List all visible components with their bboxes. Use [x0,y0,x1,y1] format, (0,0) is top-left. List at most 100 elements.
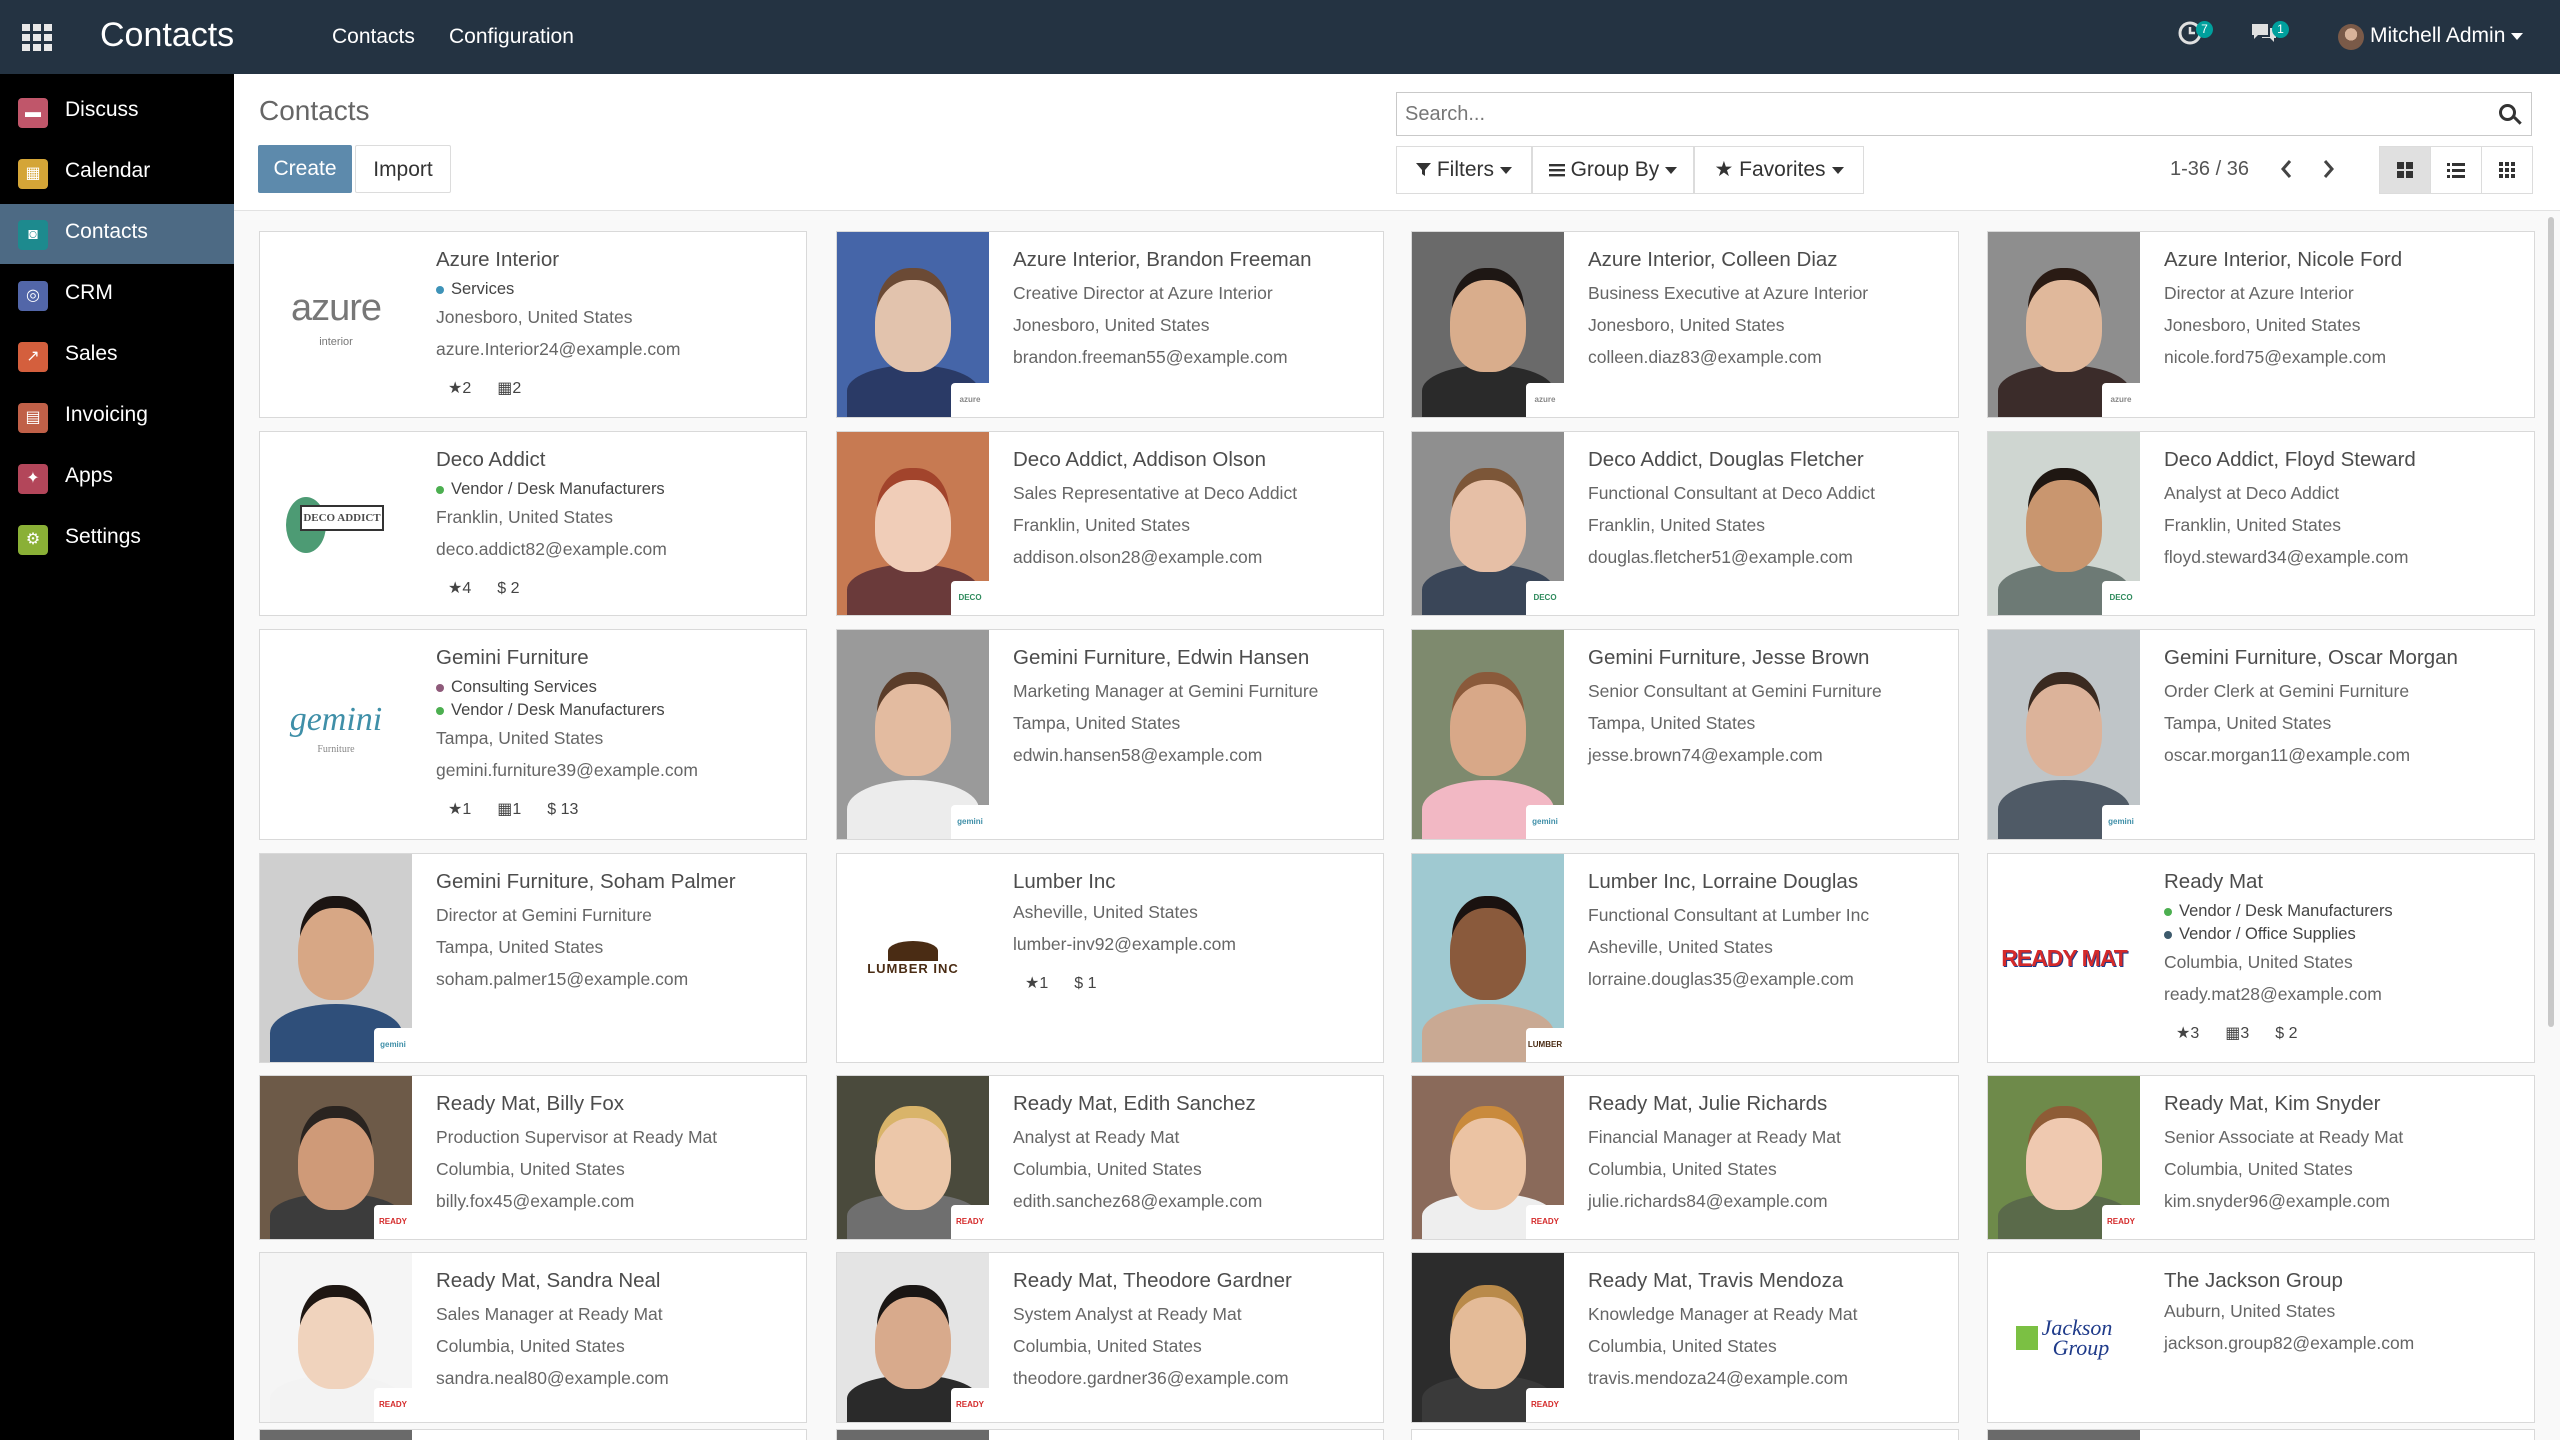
contact-card[interactable]: LUMBER INC Lumber Inc Asheville, United St… [836,853,1384,1063]
contact-name[interactable]: Ready Mat, Billy Fox [436,1092,796,1116]
sidebar-item-crm[interactable]: ◎ CRM [0,265,234,325]
contact-name[interactable]: Gemini Furniture, Edwin Hansen [1013,646,1373,670]
list-view-button[interactable] [2430,146,2482,194]
contact-name[interactable]: Gemini Furniture [436,646,796,670]
stat-counter[interactable]: ★1 [1025,975,1048,992]
stat-counter[interactable]: ★2 [448,380,471,397]
category-tag: Services [436,280,796,299]
stat-counter[interactable]: ★4 [448,580,471,597]
contact-card[interactable]: gemini Gemini Furniture, Jesse Brown Senio… [1411,629,1959,840]
sidebar-item-settings[interactable]: ⚙ Settings [0,509,234,569]
stat-counter[interactable]: $ 13 [547,801,578,818]
contact-name[interactable]: Deco Addict [436,448,796,472]
contact-name[interactable]: Azure Interior [436,248,796,272]
contact-card[interactable] [259,1429,807,1440]
contact-card[interactable] [836,1429,1384,1440]
contact-name[interactable]: Gemini Furniture, Soham Palmer [436,870,796,894]
contact-name[interactable]: Ready Mat, Theodore Gardner [1013,1269,1373,1293]
contact-name[interactable]: Lumber Inc [1013,870,1373,894]
contact-name[interactable]: Ready Mat, Travis Mendoza [1588,1269,1948,1293]
contact-name[interactable]: Gemini Furniture, Jesse Brown [1588,646,1948,670]
contact-card[interactable]: DECO Deco Addict, Addison Olson Sales Repr… [836,431,1384,616]
contact-card[interactable]: Jackson Group The Jackson Group Auburn, Un… [1987,1252,2535,1423]
tag-label: Vendor / Desk Manufacturers [451,480,665,498]
contact-card[interactable]: DECO Deco Addict, Douglas Fletcher Functio… [1411,431,1959,616]
contact-card[interactable]: azure Azure Interior, Nicole Ford Director… [1987,231,2535,418]
contact-name[interactable]: Deco Addict, Floyd Steward [2164,448,2524,472]
contact-card[interactable]: READY MAT Ready Mat, Edith Sanchez Analyst… [836,1075,1384,1240]
stat-counter[interactable]: ★1 [448,801,471,818]
contact-card[interactable]: DECO Deco Addict, Floyd Steward Analyst at… [1987,431,2535,616]
kanban-view: azure interior Azure Interior Services Jones… [234,211,2560,1440]
stat-counter[interactable]: $ 2 [497,580,519,597]
contact-name[interactable]: Ready Mat, Sandra Neal [436,1269,796,1293]
menu-configuration[interactable]: Configuration [449,25,574,49]
create-button[interactable]: Create [258,145,352,193]
contact-card[interactable]: READY MAT Ready Mat, Billy Fox Production … [259,1075,807,1240]
grid-view-button[interactable] [2481,146,2533,194]
kanban-scrollbar[interactable] [2548,217,2554,1027]
filters-dropdown[interactable]: Filters [1396,146,1532,194]
sidebar-item-apps[interactable]: ✦ Apps [0,448,234,508]
contact-card[interactable]: gemini Gemini Furniture, Soham Palmer Dire… [259,853,807,1063]
stat-counter[interactable]: ▦1 [497,801,521,818]
stat-counter[interactable]: ▦2 [497,380,521,397]
sidebar-item-discuss[interactable]: ▬ Discuss [0,82,234,142]
contact-card[interactable]: LUMBER Lumber Inc, Lorraine Douglas Functi… [1411,853,1959,1063]
contact-name[interactable]: Ready Mat, Edith Sanchez [1013,1092,1373,1116]
stat-counter[interactable]: ▦3 [2225,1025,2249,1042]
contact-name[interactable]: Azure Interior, Brandon Freeman [1013,248,1373,272]
app-menu-grid-icon[interactable] [22,24,52,51]
contact-name[interactable]: Azure Interior, Nicole Ford [2164,248,2524,272]
chevron-down-icon [1665,166,1678,174]
contact-card[interactable]: READY MAT Ready Mat Vendor / Desk Manufact… [1987,853,2535,1063]
menu-contacts[interactable]: Contacts [332,25,415,49]
contact-name[interactable]: The Jackson Group [2164,1269,2524,1293]
contact-card[interactable]: READY MAT Ready Mat, Theodore Gardner Syst… [836,1252,1384,1423]
contact-card[interactable]: READY MAT Ready Mat, Julie Richards Financ… [1411,1075,1959,1240]
contact-card[interactable]: READY MAT Ready Mat, Travis Mendoza Knowle… [1411,1252,1959,1423]
stat-counter[interactable]: $ 1 [1074,975,1096,992]
contact-card[interactable] [1987,1429,2535,1440]
groupby-dropdown[interactable]: Group By [1532,146,1694,194]
contact-name[interactable]: Azure Interior, Colleen Diaz [1588,248,1948,272]
contact-card[interactable] [1411,1429,1959,1440]
stat-counter[interactable]: $ 2 [2275,1025,2297,1042]
contact-name[interactable]: Ready Mat [2164,870,2524,894]
contact-photo: DECO [1988,432,2140,615]
sidebar-item-contacts[interactable]: ◙ Contacts [0,204,234,264]
contact-card[interactable]: azure Azure Interior, Colleen Diaz Busines… [1411,231,1959,418]
import-button[interactable]: Import [355,145,451,193]
contact-detail: Asheville, United States [1588,937,1773,957]
contact-card[interactable]: gemini Furniture Gemini Furniture Consultin… [259,629,807,840]
contact-name[interactable]: Deco Addict, Douglas Fletcher [1588,448,1948,472]
pager-previous-icon[interactable] [2279,158,2293,187]
contact-name[interactable]: Ready Mat, Julie Richards [1588,1092,1948,1116]
user-menu[interactable]: Mitchell Admin [2370,24,2524,48]
sidebar-item-sales[interactable]: ↗ Sales [0,326,234,386]
contact-card[interactable]: gemini Gemini Furniture, Edwin Hansen Mark… [836,629,1384,840]
sidebar-item-invoicing[interactable]: ▤ Invoicing [0,387,234,447]
contact-photo: gemini [1412,630,1564,839]
contact-name[interactable]: Ready Mat, Kim Snyder [2164,1092,2524,1116]
contact-card[interactable]: DECO ADDICT Deco Addict Vendor / Desk Manu… [259,431,807,616]
contact-name[interactable]: Deco Addict, Addison Olson [1013,448,1373,472]
contact-card[interactable]: azure interior Azure Interior Services Jones… [259,231,807,418]
contact-card[interactable]: READY MAT Ready Mat, Kim Snyder Senior Ass… [1987,1075,2535,1240]
company-logo: READY MAT [2001,944,2128,971]
contact-name[interactable]: Lumber Inc, Lorraine Douglas [1588,870,1948,894]
kanban-view-button[interactable] [2379,146,2431,194]
contact-email: soham.palmer15@example.com [436,969,689,989]
contact-card[interactable]: READY MAT Ready Mat, Sandra Neal Sales Man… [259,1252,807,1423]
pager-next-icon[interactable] [2322,158,2336,187]
sidebar-item-calendar[interactable]: ▦ Calendar [0,143,234,203]
contact-name[interactable]: Gemini Furniture, Oscar Morgan [2164,646,2524,670]
favorites-dropdown[interactable]: ★ Favorites [1694,146,1864,194]
pager-value[interactable]: 1-36 / 36 [2170,158,2249,181]
user-avatar[interactable] [2338,24,2364,50]
stat-counter[interactable]: ★3 [2176,1025,2199,1042]
search-icon[interactable] [2497,102,2523,128]
search-input[interactable] [1405,101,2465,127]
contact-card[interactable]: azure Azure Interior, Brandon Freeman Crea… [836,231,1384,418]
contact-card[interactable]: gemini Gemini Furniture, Oscar Morgan Orde… [1987,629,2535,840]
